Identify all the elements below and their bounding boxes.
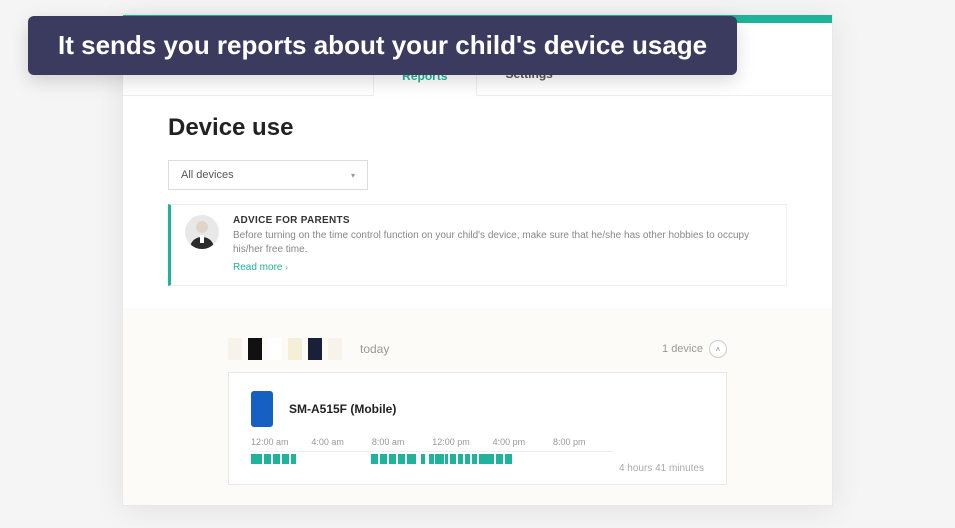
axis-label: 4:00 am: [311, 437, 371, 447]
device-card-head: SM-A515F (Mobile): [251, 391, 704, 427]
content-section: All devices ▾ ADVICE FOR PARENTS Before …: [123, 154, 832, 298]
device-name: SM-A515F (Mobile): [289, 402, 396, 416]
color-swatch: [308, 338, 322, 360]
timeline: 12:00 am4:00 am8:00 am12:00 pm4:00 pm8:0…: [251, 437, 704, 474]
usage-segment: [496, 454, 503, 464]
timeline-usage-bar: [251, 451, 613, 465]
color-swatch: [228, 338, 242, 360]
axis-label: 12:00 pm: [432, 437, 492, 447]
color-swatch: [328, 338, 342, 360]
device-usage-card: SM-A515F (Mobile) 12:00 am4:00 am8:00 am…: [228, 372, 727, 485]
device-filter-selected: All devices: [181, 169, 234, 181]
usage-segment: [407, 454, 416, 464]
color-swatch: [288, 338, 302, 360]
axis-label: 8:00 pm: [553, 437, 613, 447]
usage-segment: [458, 454, 463, 464]
axis-label: 8:00 am: [372, 437, 432, 447]
usage-segment: [264, 454, 271, 464]
advice-title: ADVICE FOR PARENTS: [233, 215, 772, 226]
device-count: 1 device ˄: [662, 340, 727, 358]
usage-segment: [479, 454, 493, 464]
usage-segment: [450, 454, 455, 464]
usage-segment: [505, 454, 512, 464]
timeline-axis-labels: 12:00 am4:00 am8:00 am12:00 pm4:00 pm8:0…: [251, 437, 613, 447]
axis-label: 12:00 am: [251, 437, 311, 447]
read-more-label: Read more: [233, 262, 282, 273]
color-swatch: [268, 338, 282, 360]
device-count-label: 1 device: [662, 343, 703, 355]
timeline-section: today 1 device ˄ SM-A515F (Mobile) 12:00…: [123, 308, 832, 505]
phone-icon: [251, 391, 273, 427]
read-more-link[interactable]: Read more ›: [233, 262, 288, 273]
usage-segment: [380, 454, 387, 464]
usage-segment: [371, 454, 378, 464]
chevron-right-icon: ›: [285, 263, 288, 272]
usage-segment: [291, 454, 296, 464]
usage-segment: [273, 454, 280, 464]
axis-label: 4:00 pm: [493, 437, 553, 447]
annotation-banner: It sends you reports about your child's …: [28, 16, 737, 75]
usage-segment: [435, 454, 444, 464]
usage-segment: [389, 454, 396, 464]
usage-segment: [465, 454, 470, 464]
advice-body: Before turning on the time control funct…: [233, 229, 772, 257]
usage-segment: [445, 454, 449, 464]
day-header: today 1 device ˄: [228, 338, 727, 360]
day-label: today: [360, 342, 389, 356]
day-swatches: today: [228, 338, 389, 360]
advice-avatar: [185, 215, 219, 249]
usage-segment: [421, 454, 425, 464]
usage-segment: [251, 454, 262, 464]
collapse-button[interactable]: ˄: [709, 340, 727, 358]
advice-card: ADVICE FOR PARENTS Before turning on the…: [168, 204, 787, 286]
usage-segment: [398, 454, 405, 464]
chevron-up-icon: ˄: [716, 345, 721, 354]
device-filter-dropdown[interactable]: All devices ▾: [168, 160, 368, 190]
usage-segment: [472, 454, 477, 464]
app-window: Kids / tim / Reports "Device use" Report…: [122, 14, 833, 506]
page-title: Device use: [123, 96, 832, 154]
chevron-down-icon: ▾: [351, 171, 355, 180]
usage-segment: [429, 454, 434, 464]
color-swatch: [248, 338, 262, 360]
usage-segment: [282, 454, 289, 464]
